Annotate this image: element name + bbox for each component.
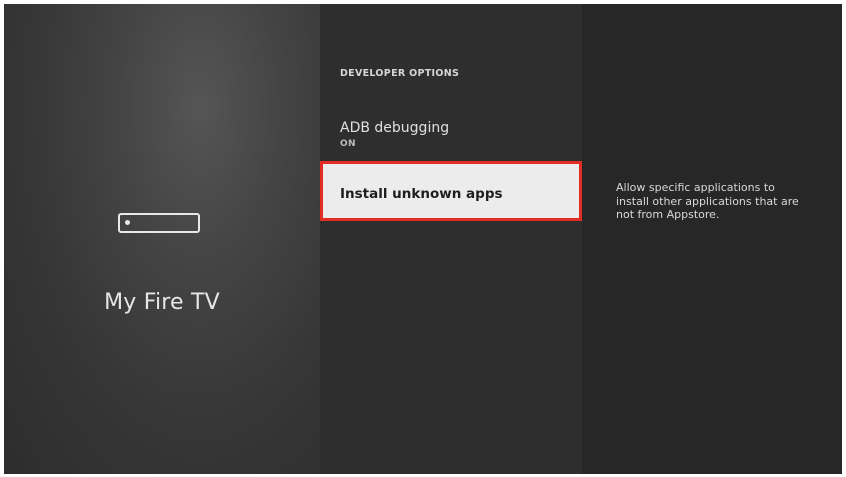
fire-tv-screen: My Fire TV DEVELOPER OPTIONS ADB debuggi… [4,4,842,474]
menu-item-label: Install unknown apps [340,186,503,202]
page-title: My Fire TV [104,290,220,315]
menu-item-value: ON [340,139,356,149]
fire-tv-stick-icon [118,213,200,233]
description-panel: Allow specific applications to install o… [582,4,842,474]
device-indicator-dot [125,220,130,225]
left-panel: My Fire TV [4,4,320,474]
section-header: DEVELOPER OPTIONS [340,68,460,79]
item-description: Allow specific applications to install o… [616,181,799,221]
menu-item-adb-debugging[interactable]: ADB debugging ON [320,120,582,166]
settings-menu: DEVELOPER OPTIONS ADB debugging ON Insta… [320,4,582,474]
menu-item-label: ADB debugging [340,120,450,136]
menu-item-install-unknown-apps[interactable]: Install unknown apps [320,161,582,221]
